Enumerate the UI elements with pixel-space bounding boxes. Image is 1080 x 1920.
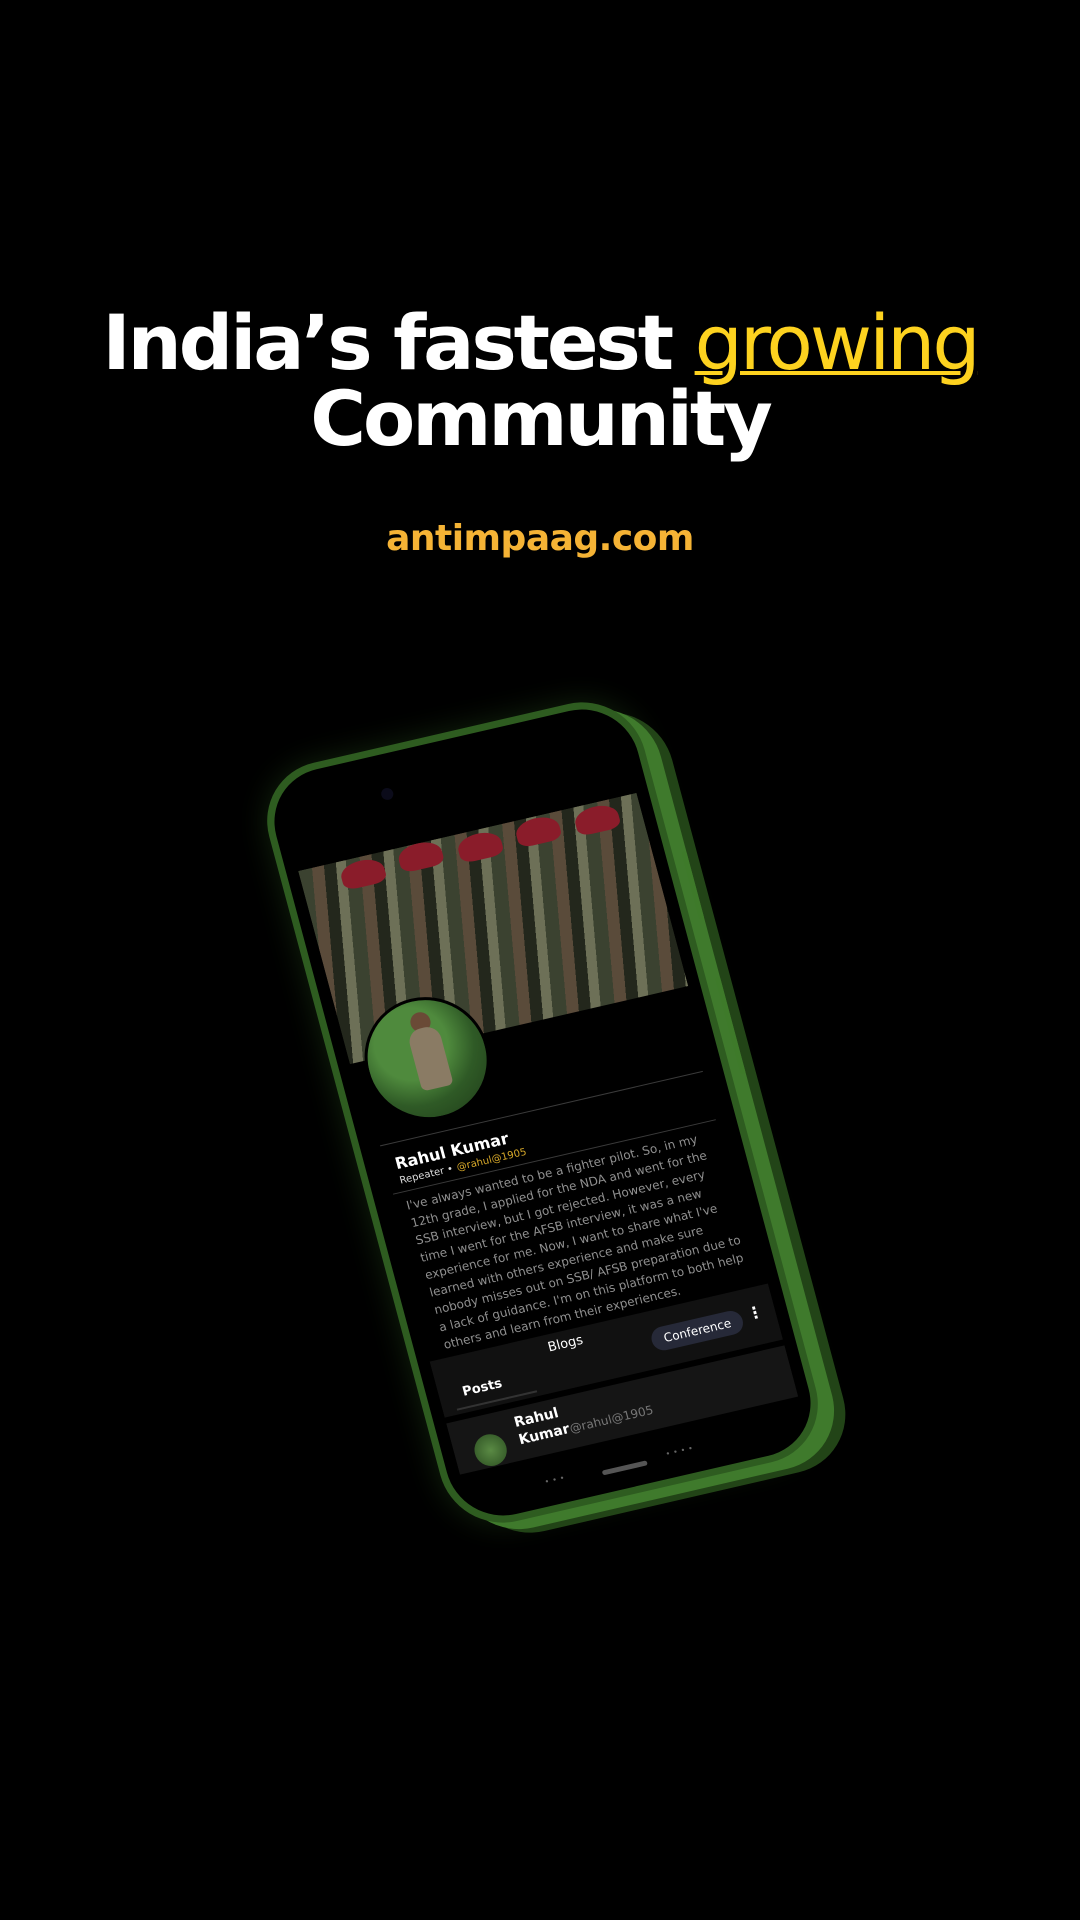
conference-button[interactable]: Conference	[649, 1308, 746, 1353]
promo-page: India’s fastest growing Community antimp…	[0, 0, 1080, 1920]
more-vertical-icon[interactable]: ⋮	[745, 1302, 766, 1324]
cover-photo	[298, 792, 689, 1065]
profile-screen: Rahul Kumar Repeater •@rahul@1905 I've a…	[298, 792, 799, 1475]
tab-blogs[interactable]: Blogs	[546, 1333, 585, 1355]
beret-shape	[572, 801, 622, 837]
beret-shape	[455, 828, 505, 864]
phone-mockup: Rahul Kumar Repeater •@rahul@1905 I've a…	[253, 690, 832, 1535]
headline: India’s fastest growing Community	[0, 305, 1080, 457]
beret-shape	[338, 855, 388, 891]
post-author-handle: @rahul@1905	[567, 1402, 655, 1436]
tab-posts[interactable]: Posts	[461, 1376, 504, 1400]
speaker-holes: ••••	[664, 1443, 697, 1459]
post-avatar	[470, 1431, 511, 1470]
beret-shape	[513, 813, 563, 849]
camera-icon	[379, 786, 395, 802]
headline-line2: Community	[310, 374, 773, 463]
charging-port	[601, 1460, 648, 1476]
post-author-name: Rahul Kumar	[512, 1405, 572, 1449]
beret-shape	[395, 838, 446, 874]
avatar-body	[406, 1024, 454, 1092]
site-url-link[interactable]: antimpaag.com	[0, 518, 1080, 559]
speaker-holes: •••	[543, 1472, 569, 1487]
